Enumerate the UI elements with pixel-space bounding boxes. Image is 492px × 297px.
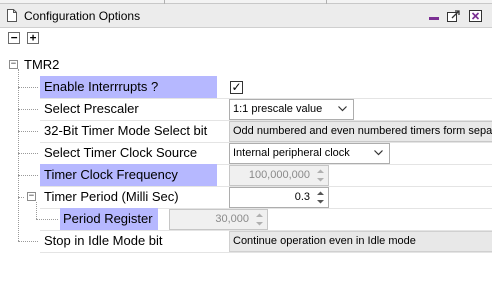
window-title: Configuration Options — [24, 9, 141, 23]
spin-up-icon — [317, 169, 324, 173]
close-icon[interactable] — [468, 9, 484, 23]
period-register-label: Period Register — [60, 208, 158, 230]
tree-toolbar: − + — [0, 29, 492, 47]
tree-root-tmr2[interactable]: TMR2 — [24, 54, 59, 76]
period-register-value: 30,000 — [215, 213, 249, 225]
select-prescaler-label: Select Prescaler — [44, 101, 139, 116]
collapse-all-button[interactable]: − — [8, 32, 20, 44]
tree-connector — [18, 153, 38, 154]
idle-mode-value: Continue operation even in Idle mode — [233, 235, 416, 247]
timer-32bit-mode-value: Odd numbered and even numbered timers fo… — [233, 125, 492, 137]
clock-frequency-value: 100,000,000 — [248, 169, 310, 181]
tree-connector — [18, 241, 38, 242]
period-register-spinner: 30,000 — [169, 209, 268, 230]
tree-connector — [18, 87, 38, 88]
tree-connector — [18, 131, 38, 132]
spin-up-icon[interactable] — [314, 189, 327, 197]
window-titlebar: Configuration Options — [0, 4, 492, 28]
spin-up-icon — [256, 213, 263, 217]
timer-period-label: Timer Period (Milli Sec) — [44, 189, 179, 204]
clock-frequency-label: Timer Clock Frequency — [40, 164, 217, 186]
enable-interrupts-checkbox[interactable]: ✓ — [230, 81, 243, 94]
spin-down-icon — [317, 178, 324, 182]
minimize-icon[interactable] — [426, 9, 442, 23]
tree-connector — [18, 69, 19, 241]
clock-source-value: Internal peripheral clock — [233, 147, 350, 159]
enable-interrupts-label: Enable Interrrupts ? — [40, 76, 217, 98]
timer-32bit-mode-label: 32-Bit Timer Mode Select bit — [44, 123, 208, 138]
prescaler-dropdown[interactable]: 1:1 prescale value — [229, 99, 354, 120]
timer-32bit-mode-dropdown[interactable]: Odd numbered and even numbered timers fo… — [229, 121, 492, 142]
row-divider — [40, 252, 492, 253]
tree-connector — [18, 197, 24, 198]
timer-period-value: 0.3 — [294, 191, 310, 203]
spin-down-icon[interactable] — [314, 198, 327, 206]
idle-mode-dropdown[interactable]: Continue operation even in Idle mode — [229, 231, 492, 252]
clock-source-dropdown[interactable]: Internal peripheral clock — [229, 143, 390, 164]
clock-source-label: Select Timer Clock Source — [44, 145, 198, 160]
tree-collapse-toggle[interactable]: − — [9, 60, 18, 69]
chevron-down-icon — [374, 150, 383, 156]
undock-icon[interactable] — [446, 9, 462, 23]
expand-all-button[interactable]: + — [27, 32, 39, 44]
tree-connector — [36, 219, 58, 220]
tree-connector — [18, 109, 38, 110]
idle-mode-label: Stop in Idle Mode bit — [44, 233, 163, 248]
prescaler-value: 1:1 prescale value — [233, 103, 323, 115]
config-tree: − TMR2 Enable Interrrupts ? ✓ Select Pre… — [0, 50, 492, 297]
chevron-down-icon — [338, 106, 347, 112]
timer-period-spinner[interactable]: 0.3 — [229, 187, 329, 208]
timer-period-collapse-toggle[interactable]: − — [27, 192, 36, 201]
spin-down-icon — [256, 222, 263, 226]
tree-connector — [36, 202, 37, 219]
tree-connector — [18, 175, 38, 176]
document-icon — [7, 9, 17, 22]
clock-frequency-spinner: 100,000,000 — [229, 165, 329, 186]
